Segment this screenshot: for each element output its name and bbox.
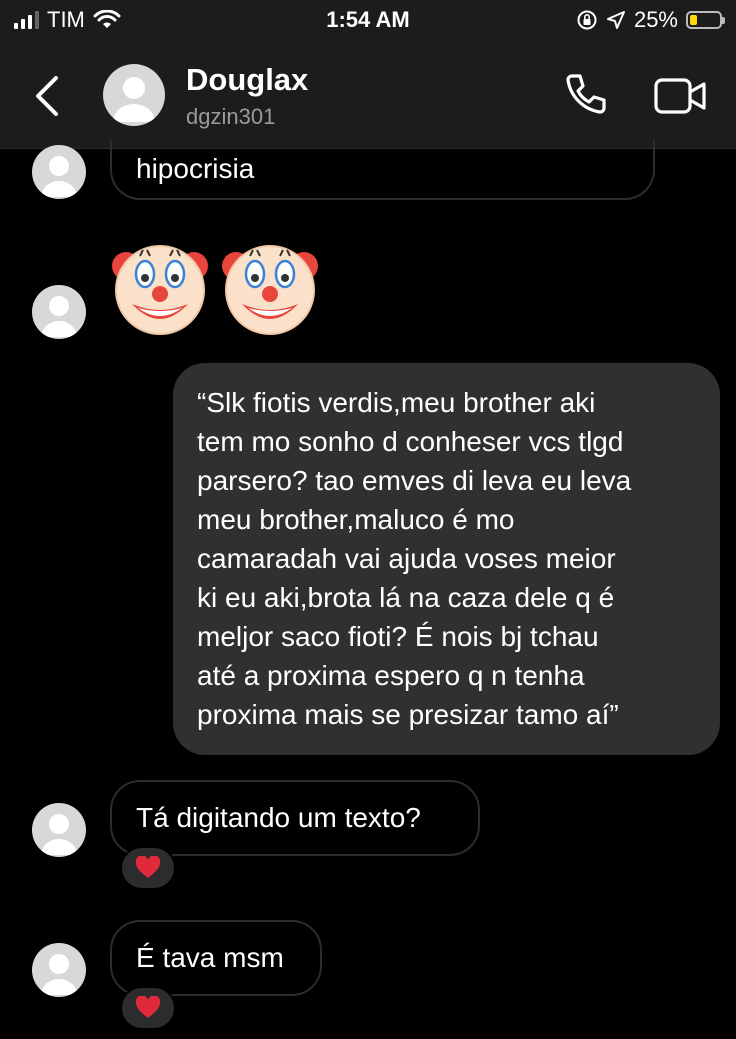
status-bar: TIM 1:54 AM 25% <box>0 0 736 40</box>
message-bubble-outgoing[interactable]: “Slk fiotis verdis,meu brother aki tem m… <box>173 363 720 755</box>
clown-face-icon <box>222 245 318 335</box>
message-line: até a proxima espero q n tenha <box>197 660 585 691</box>
red-heart-icon <box>135 996 161 1018</box>
battery-icon <box>686 11 725 29</box>
status-right: 25% <box>576 7 725 33</box>
message-line: meljor saco fioti? É nois bj tchau <box>197 621 599 652</box>
avatar[interactable] <box>32 285 86 339</box>
video-camera-icon[interactable] <box>652 72 708 120</box>
message-text: Tá digitando um texto? <box>136 802 421 833</box>
chat-header: Douglax dgzin301 <box>0 40 736 149</box>
message-bubble-incoming[interactable]: É tava msm <box>110 920 322 996</box>
message-line: tem mo sonho d conheser vcs tlgd <box>197 426 624 457</box>
message-line: ki eu aki,brota lá na caza dele q é <box>197 582 615 613</box>
message-text: É tava msm <box>136 942 284 973</box>
back-chevron-icon[interactable] <box>28 72 68 120</box>
battery-percent: 25% <box>633 7 678 32</box>
reaction-badge[interactable] <box>120 986 176 1030</box>
reaction-badge[interactable] <box>120 846 176 890</box>
red-heart-icon <box>135 856 161 878</box>
message-text: hipocrisia <box>136 153 255 184</box>
phone-icon[interactable] <box>558 70 610 122</box>
message-bubble-incoming[interactable]: Tá digitando um texto? <box>110 780 480 856</box>
emoji-message[interactable] <box>112 236 318 336</box>
message-line: parsero? tao emves di leva eu leva <box>197 465 632 496</box>
message-bubble-incoming[interactable]: hipocrisia <box>110 140 655 200</box>
message-line: “Slk fiotis verdis,meu brother aki <box>197 387 596 418</box>
message-line: meu brother,maluco é mo <box>197 504 515 535</box>
avatar[interactable] <box>32 943 86 997</box>
orientation-lock-icon <box>577 10 597 30</box>
message-line: camaradah vai ajuda voses meior <box>197 543 616 574</box>
avatar[interactable] <box>32 803 86 857</box>
avatar[interactable] <box>32 145 86 199</box>
message-line: proxima mais se presizar tamo aí” <box>197 699 619 730</box>
clown-face-icon <box>112 245 208 335</box>
avatar[interactable] <box>103 64 165 126</box>
battery-level <box>690 15 697 25</box>
location-arrow-icon <box>606 11 625 29</box>
contact-name[interactable]: Douglax <box>186 62 308 98</box>
contact-username[interactable]: dgzin301 <box>186 104 275 130</box>
